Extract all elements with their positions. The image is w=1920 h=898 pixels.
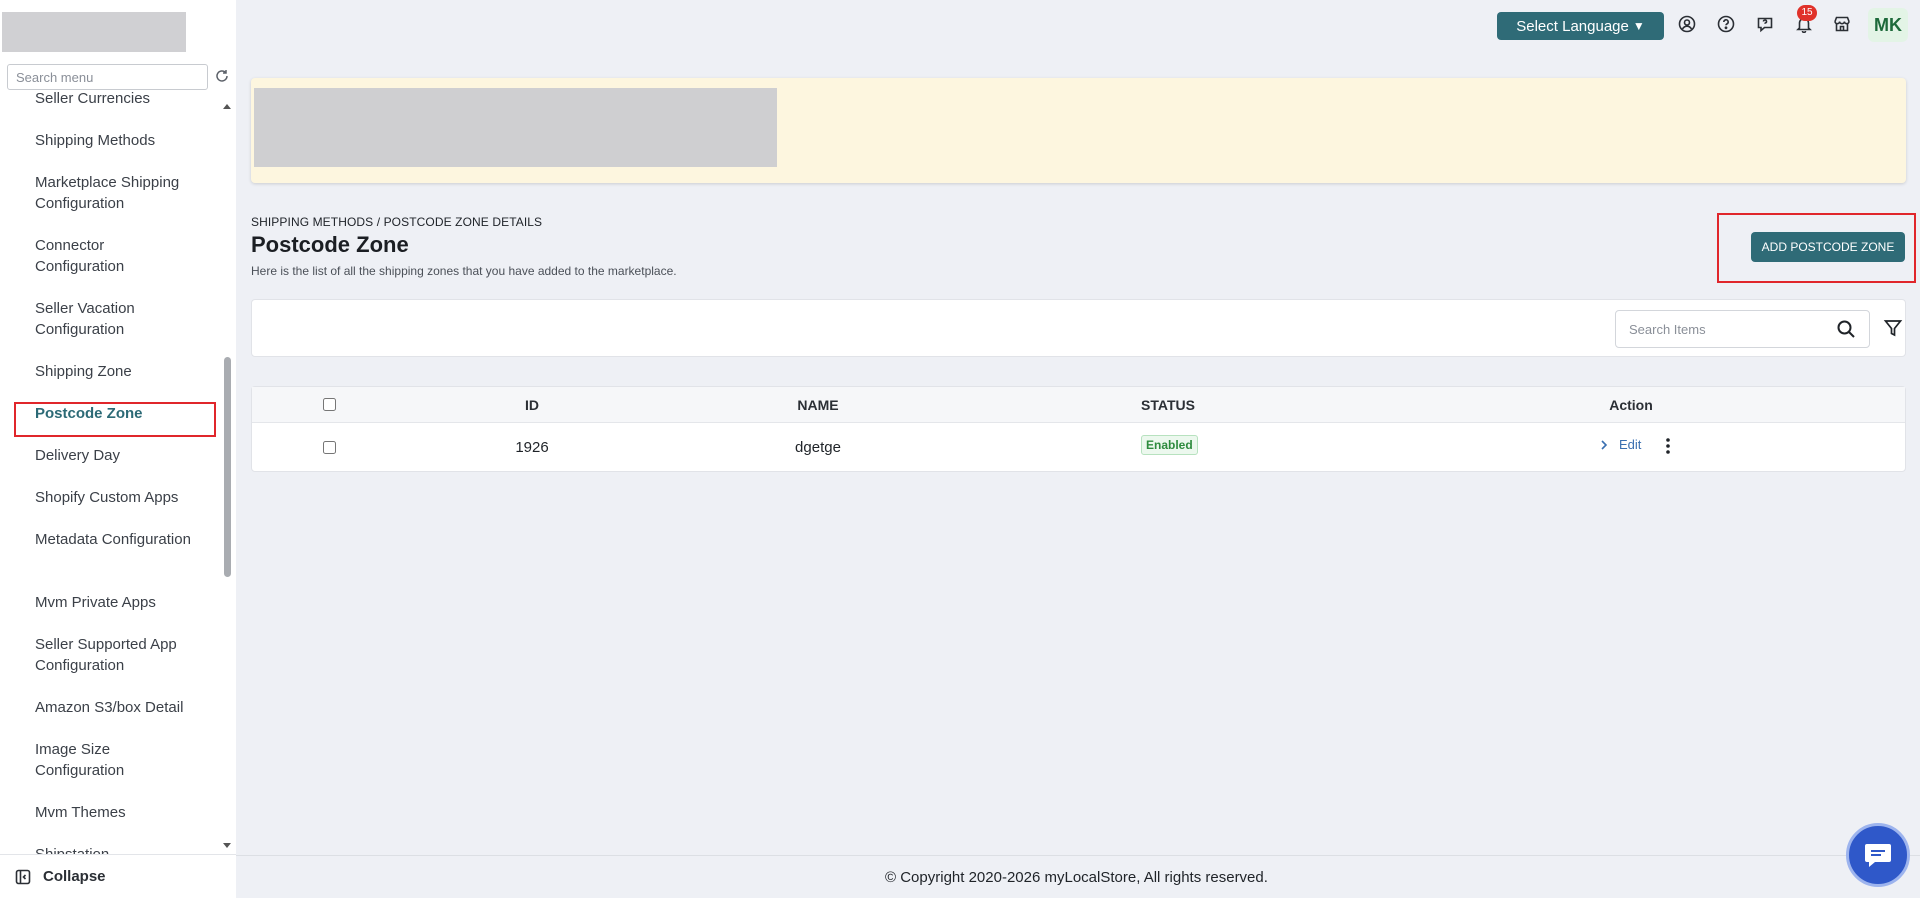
sidebar-item-mvm-private-apps[interactable]: Mvm Private Apps: [35, 592, 195, 613]
sidebar-item-shipping-methods[interactable]: Shipping Methods: [35, 130, 195, 151]
sidebar-item-marketplace-shipping-configuration[interactable]: Marketplace Shipping Configuration: [35, 172, 195, 214]
user-circle-icon[interactable]: [1676, 13, 1698, 35]
sidebar: Seller Currencies Shipping Methods Marke…: [0, 0, 236, 898]
row-name: dgetge: [795, 439, 841, 456]
search-items-input[interactable]: [1615, 310, 1870, 348]
scroll-up-arrow-icon[interactable]: [222, 102, 232, 110]
footer-divider: [236, 855, 1920, 856]
caret-down-icon: ▼: [1632, 19, 1645, 33]
row-id: 1926: [515, 439, 549, 456]
sidebar-item-shipstation[interactable]: Shipstation: [35, 844, 195, 854]
sidebar-menu: Seller Currencies Shipping Methods Marke…: [0, 92, 236, 854]
breadcrumb: SHIPPING METHODS / POSTCODE ZONE DETAILS: [251, 215, 543, 229]
logo-placeholder: [2, 12, 186, 52]
select-all-checkbox[interactable]: [323, 398, 336, 411]
collapse-button[interactable]: Collapse: [0, 854, 236, 898]
status-badge: Enabled: [1141, 435, 1198, 455]
announcement-banner: [251, 78, 1906, 183]
more-options-icon[interactable]: [1660, 437, 1676, 455]
banner-image-placeholder: [254, 88, 777, 167]
chat-icon: [1865, 844, 1891, 867]
sidebar-item-seller-supported-app-configuration[interactable]: Seller Supported App Configuration: [35, 634, 195, 676]
chat-button[interactable]: [1846, 823, 1910, 887]
user-avatar[interactable]: MK: [1868, 8, 1908, 42]
help-icon[interactable]: [1715, 13, 1737, 35]
page-subtitle: Here is the list of all the shipping zon…: [251, 264, 677, 278]
sidebar-item-shopify-custom-apps[interactable]: Shopify Custom Apps: [35, 487, 195, 508]
row-checkbox[interactable]: [323, 441, 336, 454]
add-postcode-zone-button[interactable]: ADD POSTCODE ZONE: [1751, 232, 1905, 262]
column-header-name[interactable]: NAME: [797, 397, 838, 413]
sidebar-scrollbar-thumb[interactable]: [224, 357, 231, 577]
notification-count-badge: 15: [1797, 5, 1817, 21]
collapse-label: Collapse: [43, 868, 106, 885]
chevron-right-icon: [1601, 439, 1608, 450]
edit-link[interactable]: Edit: [1599, 437, 1641, 452]
feedback-icon[interactable]: [1754, 13, 1776, 35]
menu-search-input[interactable]: [7, 64, 208, 90]
search-panel: [251, 299, 1906, 357]
select-language-button[interactable]: Select Language ▼: [1497, 12, 1664, 40]
select-language-label: Select Language: [1516, 17, 1629, 35]
store-icon[interactable]: [1831, 13, 1853, 35]
scroll-down-arrow-icon[interactable]: [222, 842, 232, 850]
filter-icon[interactable]: [1883, 318, 1903, 338]
postcode-zone-table: ID NAME STATUS Action 1926 dgetge Enable…: [251, 386, 1906, 472]
sidebar-item-connector-configuration[interactable]: Connector Configuration: [35, 235, 195, 277]
sidebar-collapse-icon: [15, 869, 31, 884]
sidebar-item-amazon-s3-box-detail[interactable]: Amazon S3/box Detail: [35, 697, 195, 718]
search-icon[interactable]: [1836, 319, 1856, 339]
sidebar-item-image-size-configuration[interactable]: Image Size Configuration: [35, 739, 195, 781]
column-header-action: Action: [1609, 397, 1653, 413]
sidebar-item-seller-vacation-configuration[interactable]: Seller Vacation Configuration: [35, 298, 195, 340]
refresh-icon[interactable]: [214, 68, 230, 84]
sidebar-item-metadata-configuration[interactable]: Metadata Configuration: [35, 529, 195, 550]
edit-label: Edit: [1619, 437, 1642, 452]
sidebar-item-mvm-themes[interactable]: Mvm Themes: [35, 802, 195, 823]
footer-copyright: © Copyright 2020-2026 myLocalStore, All …: [885, 869, 1268, 886]
table-header: ID NAME STATUS Action: [252, 387, 1905, 423]
column-header-id[interactable]: ID: [525, 397, 539, 413]
column-header-status[interactable]: STATUS: [1141, 397, 1195, 413]
sidebar-item-seller-currencies[interactable]: Seller Currencies: [35, 92, 195, 109]
active-item-highlight: [14, 402, 216, 437]
sidebar-item-shipping-zone[interactable]: Shipping Zone: [35, 361, 195, 382]
sidebar-item-delivery-day[interactable]: Delivery Day: [35, 445, 195, 466]
page-title: Postcode Zone: [251, 232, 409, 257]
